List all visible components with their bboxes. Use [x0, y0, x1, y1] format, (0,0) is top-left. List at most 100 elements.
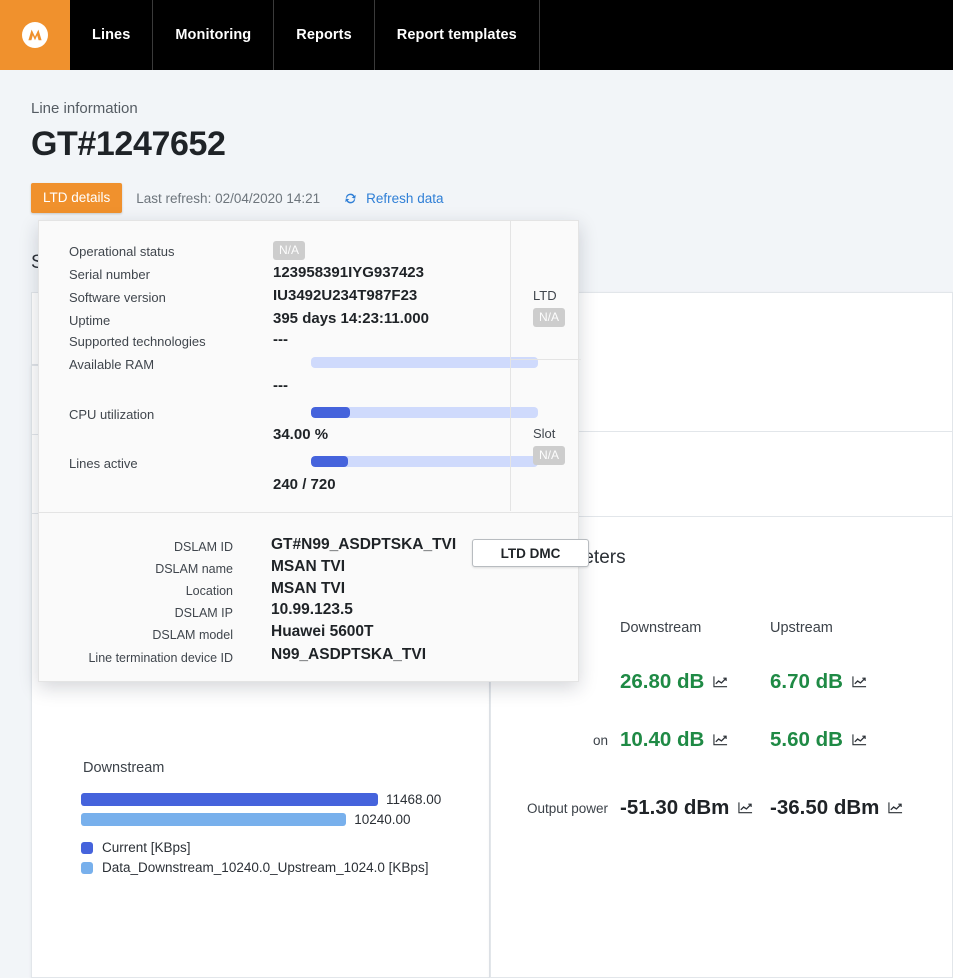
side-label-slot: Slot — [533, 426, 556, 441]
stat-value-operational-status: N/A — [273, 241, 306, 260]
refresh-data-link[interactable]: Refresh data — [343, 191, 443, 206]
sparkline-chart-icon[interactable] — [738, 801, 753, 814]
nav-item-monitoring[interactable]: Monitoring — [153, 0, 275, 70]
stat-label-operational-status: Operational status — [69, 244, 175, 259]
stat-value-software-version: IU3492U234T987F23 — [273, 287, 418, 304]
stat-value-uptime: 395 days 14:23:11.000 — [273, 310, 429, 327]
dslam-value-ltd-id: N99_ASDPTSKA_TVI — [271, 646, 427, 663]
param-downstream-value: 10.40 dB — [620, 728, 770, 752]
network-logo-icon — [22, 22, 48, 48]
page-title: GT#1247652 — [31, 125, 226, 163]
side-label-ltd: LTD — [533, 288, 557, 303]
param-table-header: Downstream Upstream — [520, 620, 940, 636]
stat-label-supported-technologies: Supported technologies — [69, 334, 206, 349]
param-value-text: 10.40 dB — [620, 728, 705, 751]
param-value-text: 6.70 dB — [770, 670, 843, 693]
dslam-value-name: MSAN TVI — [271, 558, 346, 575]
dslam-value-ip: 10.99.123.5 — [271, 601, 353, 618]
stat-value-available-ram: --- — [273, 377, 288, 394]
stat-label-serial-number: Serial number — [69, 267, 150, 282]
chart-legend: Current [KBps] Data_Downstream_10240.0_U… — [81, 840, 428, 880]
side-column-divider — [511, 359, 581, 360]
dslam-value-location: MSAN TVI — [271, 580, 346, 597]
downstream-bar-chart: 11468.00 10240.00 — [81, 791, 471, 831]
legend-swatch-current — [81, 841, 93, 854]
side-value-ltd: N/A — [533, 308, 566, 327]
table-row: on 10.40 dB 5.60 dB — [520, 728, 940, 752]
sparkline-chart-icon[interactable] — [852, 733, 867, 746]
popup-device-stats: Operational status N/A Serial number 123… — [39, 221, 581, 511]
page-action-row: LTD details Last refresh: 02/04/2020 14:… — [31, 183, 443, 213]
param-value-text: -36.50 dBm — [770, 796, 880, 819]
breadcrumb: Line information — [31, 100, 138, 117]
param-header-downstream: Downstream — [620, 620, 702, 636]
refresh-data-label: Refresh data — [366, 190, 444, 206]
nav-item-reports[interactable]: Reports — [274, 0, 375, 70]
nav-item-lines[interactable]: Lines — [70, 0, 154, 70]
meter-fill-lines-active — [311, 456, 349, 467]
side-value-slot: N/A — [533, 446, 566, 465]
nav-item-report-templates[interactable]: Report templates — [375, 0, 540, 70]
popup-side-column: LTD N/A Slot N/A — [510, 221, 581, 511]
stat-value-lines-active: 240 / 720 — [273, 476, 336, 493]
param-header-upstream: Upstream — [770, 620, 833, 636]
sparkline-chart-icon[interactable] — [888, 801, 903, 814]
sparkline-chart-icon[interactable] — [713, 733, 728, 746]
downstream-chart-title: Downstream — [83, 760, 165, 776]
stat-label-uptime: Uptime — [69, 313, 111, 328]
sparkline-chart-icon[interactable] — [852, 675, 867, 688]
stat-meter-lines-active — [311, 456, 538, 467]
legend-label-current: Current [KBps] — [102, 840, 191, 855]
top-navigation-bar: Lines Monitoring Reports Report template… — [0, 0, 953, 70]
stat-label-lines-active: Lines active — [69, 456, 138, 471]
bar-value-profile: 10240.00 — [354, 811, 411, 827]
param-value-text: -51.30 dBm — [620, 796, 730, 819]
physical-parameters-table: Downstream Upstream 26.80 dB 6.70 dB on … — [520, 620, 940, 820]
param-upstream-value: -36.50 dBm — [770, 796, 920, 820]
dslam-value-model: Huawei 5600T — [271, 623, 374, 640]
legend-item: Current [KBps] — [81, 840, 428, 855]
dslam-label-id: DSLAM ID — [173, 540, 233, 554]
bar-value-current: 11468.00 — [386, 791, 442, 807]
bar-profile — [81, 812, 347, 826]
dslam-label-ltd-id: Line termination device ID — [88, 651, 233, 665]
stat-value-supported-technologies: --- — [273, 331, 288, 348]
param-row-label: on — [592, 732, 608, 748]
legend-label-profile: Data_Downstream_10240.0_Upstream_1024.0 … — [102, 860, 429, 875]
popup-stats-column: Operational status N/A Serial number 123… — [39, 221, 538, 511]
param-downstream-value: -51.30 dBm — [620, 796, 770, 820]
dslam-label-location: Location — [185, 584, 233, 598]
legend-item: Data_Downstream_10240.0_Upstream_1024.0 … — [81, 860, 428, 875]
param-value-text: 26.80 dB — [620, 670, 705, 693]
stat-label-available-ram: Available RAM — [69, 357, 155, 372]
stat-label-cpu-utilization: CPU utilization — [69, 407, 155, 422]
ltd-dmc-button[interactable]: LTD DMC — [472, 539, 589, 567]
ltd-details-button[interactable]: LTD details — [31, 183, 123, 213]
bar-row-profile: 10240.00 — [81, 811, 471, 827]
last-refresh-label: Last refresh: 02/04/2020 14:21 — [136, 190, 321, 206]
param-upstream-value: 6.70 dB — [770, 670, 920, 694]
bar-current — [81, 792, 378, 806]
param-downstream-value: 26.80 dB — [620, 670, 770, 694]
app-logo[interactable] — [0, 0, 70, 70]
param-upstream-value: 5.60 dB — [770, 728, 920, 752]
param-value-text: 5.60 dB — [770, 728, 843, 751]
ltd-details-popup: Operational status N/A Serial number 123… — [38, 220, 589, 682]
bar-row-current: 11468.00 — [81, 791, 471, 807]
dslam-label-name: DSLAM name — [155, 562, 233, 576]
dslam-value-id: GT#N99_ASDPTSKA_TVI — [271, 536, 457, 553]
dslam-label-model: DSLAM model — [152, 628, 233, 642]
stat-meter-available-ram — [311, 357, 538, 368]
popup-dslam-section: DSLAM ID GT#N99_ASDPTSKA_TVI DSLAM name … — [39, 512, 589, 682]
stat-value-serial-number: 123958391IYG937423 — [273, 264, 424, 281]
dslam-label-ip: DSLAM IP — [174, 606, 233, 620]
stat-meter-cpu-utilization — [311, 407, 538, 418]
table-row: Output power -51.30 dBm -36.50 dBm — [520, 796, 940, 820]
sparkline-chart-icon[interactable] — [713, 675, 728, 688]
param-row-label: Output power — [526, 800, 608, 816]
meter-fill-cpu-utilization — [311, 407, 350, 418]
legend-swatch-profile — [81, 861, 93, 874]
refresh-icon — [345, 193, 356, 203]
stat-label-software-version: Software version — [69, 290, 166, 305]
